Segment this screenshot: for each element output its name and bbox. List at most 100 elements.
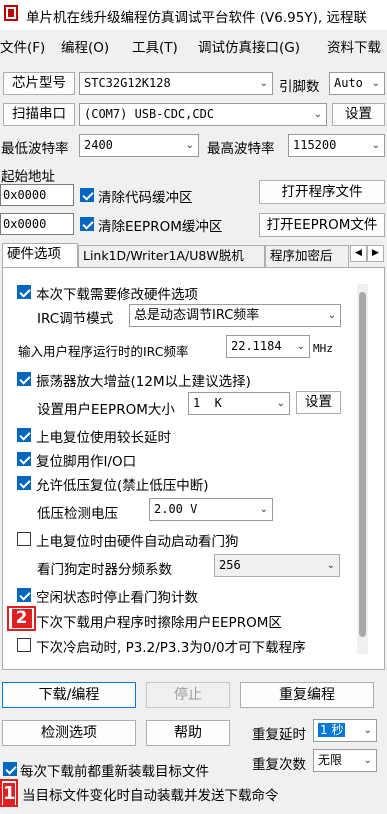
window-title: 单片机在线升级编程仿真调试平台软件 (V6.95Y), 远程联 bbox=[26, 10, 367, 26]
arrow-left-icon: ◀ bbox=[355, 248, 362, 258]
tab-scroll-left-button[interactable]: ◀ bbox=[350, 245, 367, 262]
min-baud-label: 最低波特率 bbox=[1, 141, 69, 157]
annotation-badge-2: 2 bbox=[7, 606, 36, 631]
menu-tools[interactable]: 工具(T) bbox=[132, 36, 178, 56]
tab-encryption[interactable]: 程序加密后 bbox=[265, 245, 349, 267]
tab-strip: 硬件选项 Link1D/Writer1A/U8W脱机 程序加密后 ◀ ▶ bbox=[0, 243, 387, 268]
clear-code-label: 清除代码缓冲区 bbox=[98, 190, 193, 206]
osc-gain-checkbox[interactable] bbox=[17, 372, 31, 386]
p32p33-label: 下次冷启动时, P3.2/P3.3为0/0才可下载程序 bbox=[36, 640, 306, 656]
reset-io-checkbox[interactable] bbox=[17, 452, 31, 466]
download-button[interactable]: 下载/编程 bbox=[2, 682, 136, 708]
irc-mode-value: 总是动态调节IRC频率 bbox=[134, 308, 260, 323]
chevron-down-icon: ⌄ bbox=[363, 755, 372, 766]
tab-scroll-right-button[interactable]: ▶ bbox=[367, 245, 384, 262]
eeprom-size-select[interactable]: 1 K ⌄ bbox=[188, 392, 290, 415]
lvd-value: 2.00 V bbox=[154, 502, 198, 516]
chevron-down-icon: ⌄ bbox=[371, 140, 380, 151]
osc-gain-label: 振荡器放大增益(12M以上建议选择) bbox=[36, 374, 251, 390]
lvr-label: 允许低压复位(禁止低压中断) bbox=[36, 478, 209, 494]
chevron-down-icon: ⌄ bbox=[259, 78, 268, 89]
start-address-label: 起始地址 bbox=[1, 169, 55, 185]
erase-eeprom-label: 下次下载用户程序时擦除用户EEPROM区 bbox=[36, 615, 282, 631]
lvd-select[interactable]: 2.00 V ⌄ bbox=[149, 498, 273, 521]
menu-debug[interactable]: 调试仿真接口(G) bbox=[198, 36, 300, 56]
auto-send-label: 当目标文件变化时自动装载并发送下载命令 bbox=[22, 788, 279, 804]
chevron-down-icon: ⌄ bbox=[276, 398, 285, 409]
eeprom-size-set-button[interactable]: 设置 bbox=[296, 391, 341, 414]
chevron-down-icon: ⌄ bbox=[326, 560, 335, 571]
chip-model-value: STC32G12K128 bbox=[84, 76, 171, 90]
app-icon bbox=[4, 5, 18, 21]
repeat-count-value: 无限 bbox=[318, 753, 343, 767]
irc-mode-select[interactable]: 总是动态调节IRC频率 ⌄ bbox=[129, 304, 341, 327]
eeprom-address-input[interactable]: 0x0000 bbox=[0, 213, 74, 235]
reset-io-label: 复位脚用作I/O口 bbox=[36, 454, 137, 470]
chevron-down-icon: ⌄ bbox=[327, 310, 336, 321]
help-button[interactable]: 帮助 bbox=[146, 720, 230, 746]
idle-wdt-label: 空闲状态时停止看门狗计数 bbox=[36, 590, 198, 606]
min-baud-value: 2400 bbox=[84, 138, 113, 152]
lvd-label: 低压检测电压 bbox=[37, 506, 118, 522]
pin-count-label: 引脚数 bbox=[279, 79, 320, 95]
port-select[interactable]: (COM7) USB-CDC,CDC ⌄ bbox=[79, 103, 327, 126]
long-reset-checkbox[interactable] bbox=[17, 428, 31, 442]
irc-freq-unit: MHz bbox=[313, 342, 333, 355]
irc-freq-select[interactable]: 22.1184 ⌄ bbox=[226, 335, 310, 358]
open-eeprom-file-button[interactable]: 打开EEPROM文件 bbox=[259, 213, 385, 237]
repeat-count-select[interactable]: 无限 ⌄ bbox=[313, 749, 377, 772]
annotation-badge-1: 1 bbox=[0, 779, 18, 807]
title-bar: 单片机在线升级编程仿真调试平台软件 (V6.95Y), 远程联 bbox=[0, 0, 387, 30]
clear-eeprom-label: 清除EEPROM缓冲区 bbox=[98, 219, 223, 235]
irc-mode-label: IRC调节模式 bbox=[37, 311, 114, 327]
reload-before-download-checkbox[interactable] bbox=[3, 762, 17, 776]
open-program-file-button[interactable]: 打开程序文件 bbox=[259, 180, 385, 204]
max-baud-label: 最高波特率 bbox=[207, 141, 275, 157]
repeat-program-button[interactable]: 重复编程 bbox=[240, 682, 374, 708]
idle-wdt-checkbox[interactable] bbox=[17, 588, 31, 602]
tab-offline[interactable]: Link1D/Writer1A/U8W脱机 bbox=[78, 245, 265, 267]
lvr-checkbox[interactable] bbox=[17, 476, 31, 490]
repeat-count-label: 重复次数 bbox=[252, 757, 306, 773]
wdt-auto-checkbox[interactable] bbox=[17, 532, 31, 546]
wdt-div-select[interactable]: 256 ⌄ bbox=[214, 554, 340, 577]
clear-code-checkbox[interactable] bbox=[80, 188, 94, 202]
clear-eeprom-checkbox[interactable] bbox=[80, 217, 94, 231]
long-reset-label: 上电复位使用较长延时 bbox=[36, 430, 171, 446]
chevron-down-icon: ⌄ bbox=[296, 341, 305, 352]
detect-options-button[interactable]: 检测选项 bbox=[2, 720, 136, 746]
port-value: (COM7) USB-CDC,CDC bbox=[84, 107, 215, 121]
chip-model-label: 芯片型号 bbox=[3, 72, 75, 95]
wdt-auto-label: 上电复位时由硬件自动启动看门狗 bbox=[36, 534, 239, 550]
reload-before-download-label: 每次下载前都重新装载目标文件 bbox=[20, 764, 209, 780]
max-baud-value: 115200 bbox=[293, 138, 337, 152]
chevron-down-icon: ⌄ bbox=[363, 725, 372, 736]
arrow-right-icon: ▶ bbox=[372, 248, 379, 258]
pin-count-select[interactable]: Auto ⌄ bbox=[329, 72, 385, 95]
chip-model-select[interactable]: STC32G12K128 ⌄ bbox=[79, 72, 273, 95]
tab-hardware-options[interactable]: 硬件选项 bbox=[2, 243, 78, 268]
irc-freq-value: 22.1184 bbox=[231, 339, 282, 353]
wdt-div-value: 256 bbox=[219, 558, 241, 572]
badge-2-text: 2 bbox=[11, 609, 32, 628]
stop-button[interactable]: 停止 bbox=[146, 682, 230, 708]
chevron-down-icon: ⌄ bbox=[185, 140, 194, 151]
max-baud-select[interactable]: 115200 ⌄ bbox=[288, 134, 385, 157]
port-settings-button[interactable]: 设置 bbox=[332, 103, 385, 126]
pin-count-value: Auto bbox=[334, 76, 363, 90]
modify-hw-checkbox[interactable] bbox=[17, 285, 31, 299]
menu-program[interactable]: 编程(O) bbox=[61, 36, 109, 56]
eeprom-size-value: 1 K bbox=[193, 396, 222, 410]
menu-file[interactable]: 文件(F) bbox=[0, 36, 45, 56]
min-baud-select[interactable]: 2400 ⌄ bbox=[79, 134, 199, 157]
chevron-down-icon: ⌄ bbox=[313, 109, 322, 120]
repeat-delay-select[interactable]: 1 秒 ⌄ bbox=[313, 719, 377, 742]
options-scrollbar-thumb[interactable] bbox=[359, 292, 366, 637]
menu-downloads[interactable]: 资料下载 bbox=[327, 36, 381, 56]
p32p33-checkbox[interactable] bbox=[17, 638, 31, 652]
scan-port-button[interactable]: 扫描串口 bbox=[3, 103, 75, 126]
irc-freq-label: 输入用户程序运行时的IRC频率 bbox=[18, 344, 189, 359]
badge-1-text: 1 bbox=[3, 783, 16, 805]
code-address-input[interactable]: 0x0000 bbox=[0, 184, 74, 206]
menu-bar: 文件(F) 编程(O) 工具(T) 调试仿真接口(G) 资料下载 bbox=[0, 32, 387, 58]
